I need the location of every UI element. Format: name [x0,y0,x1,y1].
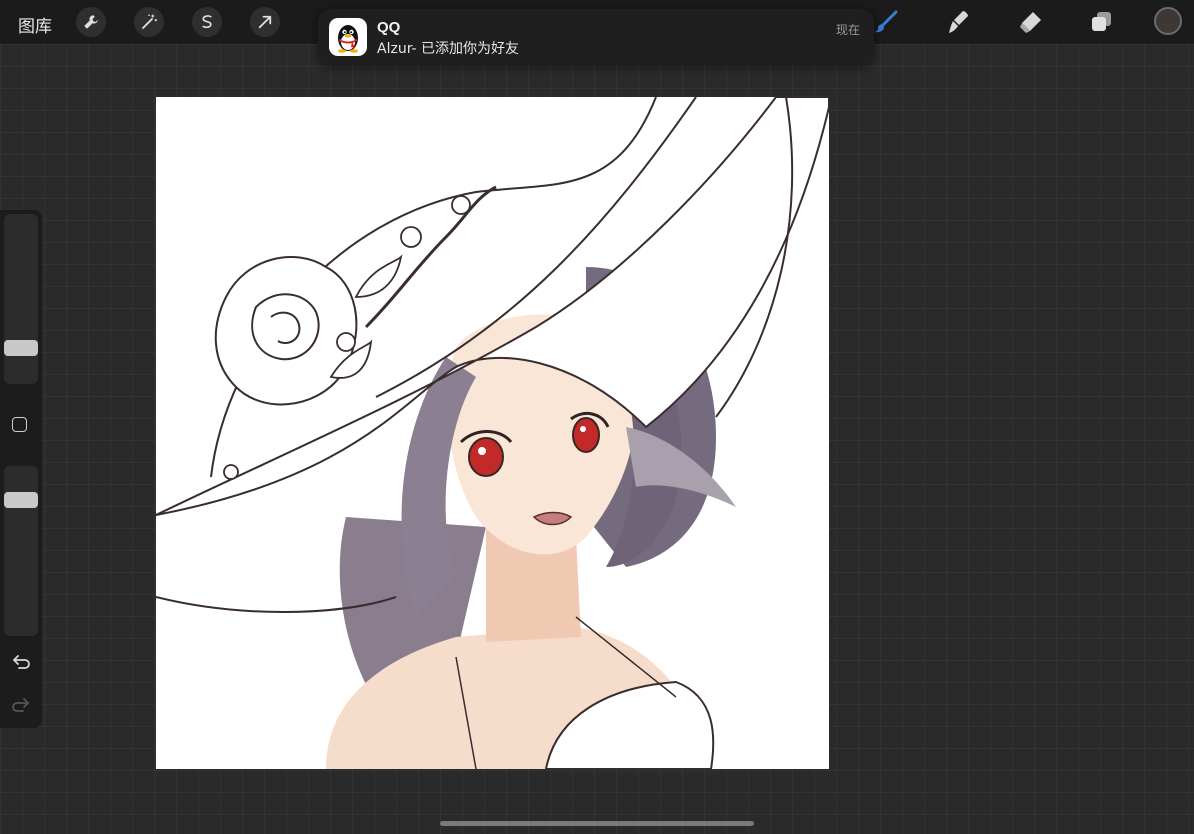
artwork-illustration [156,97,829,769]
undo-icon[interactable] [10,652,32,670]
brush-size-thumb[interactable] [4,340,38,356]
current-color-swatch[interactable] [1154,7,1182,35]
qq-penguin-icon [329,18,367,56]
notification-time: 现在 [835,23,860,37]
square-modify-icon[interactable] [12,417,27,432]
eraser-icon[interactable] [1016,8,1044,36]
qq-notification-banner[interactable]: QQ Alzur- 已添加你为好友 现在 [318,9,874,65]
selection-icon[interactable] [192,7,222,37]
redo-icon[interactable] [10,695,32,713]
left-sidebar [0,210,42,728]
brush-icon[interactable] [872,8,900,36]
brush-size-slider[interactable] [4,214,38,384]
wrench-icon[interactable] [76,7,106,37]
magic-wand-icon[interactable] [134,7,164,37]
layers-icon[interactable] [1087,8,1115,36]
gallery-button[interactable]: 图库 [18,12,52,37]
opacity-thumb[interactable] [4,492,38,508]
transform-arrow-icon[interactable] [250,7,280,37]
drawing-canvas[interactable] [156,97,829,769]
notification-title: QQ [377,19,401,36]
smudge-icon[interactable] [944,8,972,36]
notification-body: Alzur- 已添加你为好友 [377,41,520,57]
home-indicator[interactable] [440,821,754,826]
